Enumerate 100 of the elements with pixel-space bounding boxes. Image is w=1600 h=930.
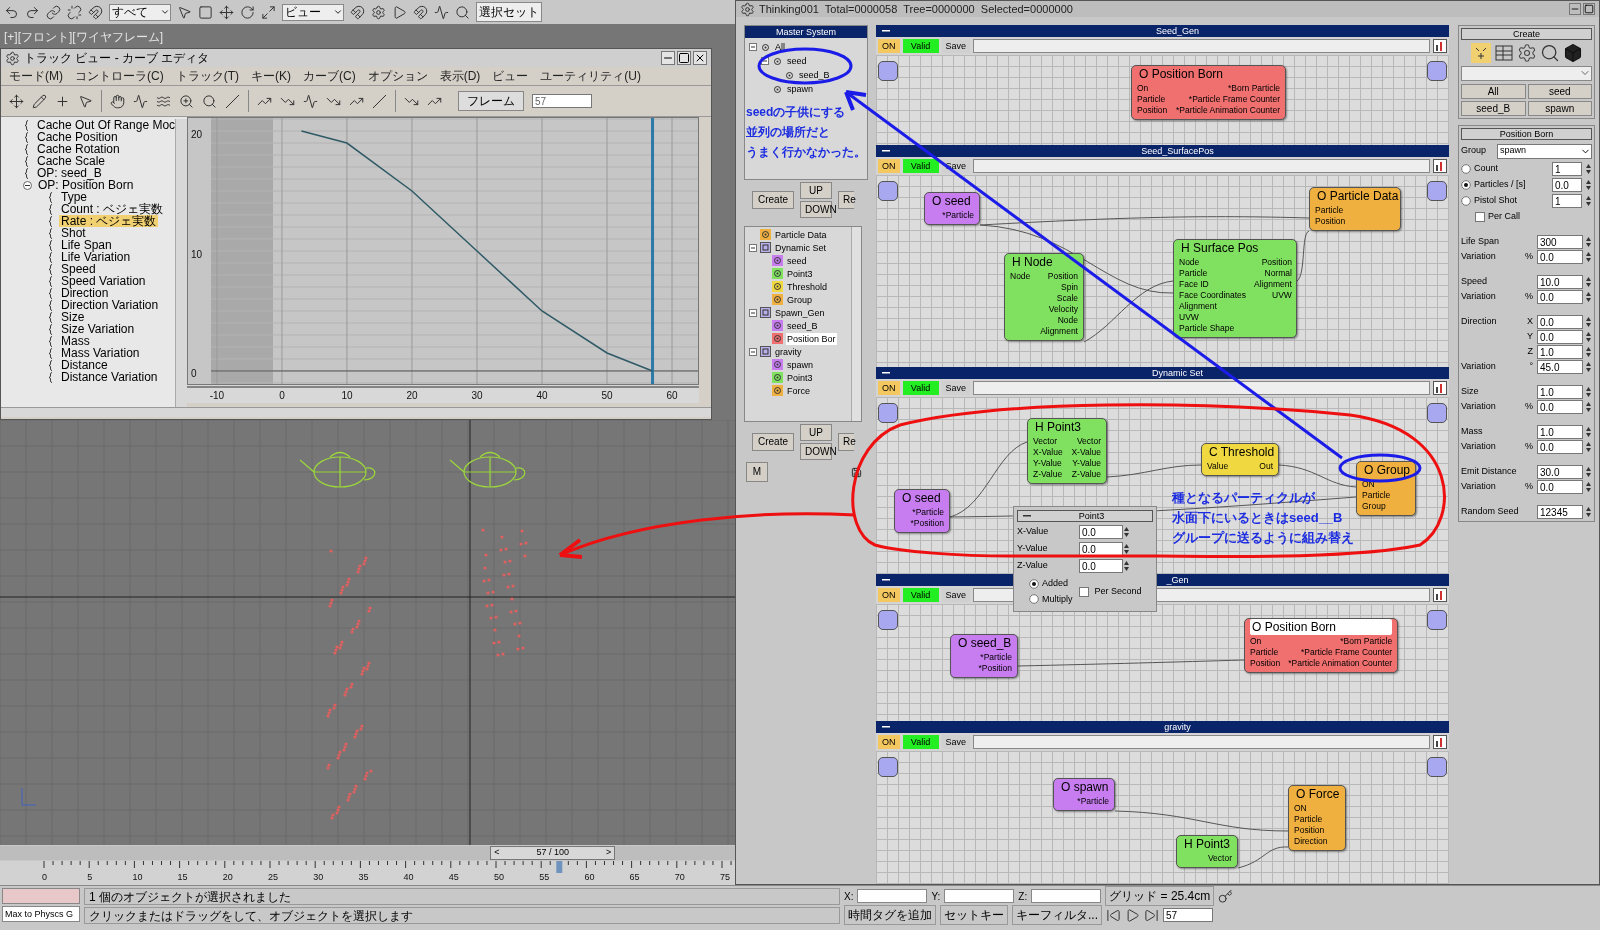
value-field[interactable]: 45.0 xyxy=(1537,359,1583,374)
tree-item[interactable]: Group xyxy=(786,293,813,306)
next-frame-button[interactable]: > xyxy=(605,846,612,860)
value-field[interactable]: 0.0 xyxy=(1537,479,1583,494)
spinner-icon[interactable] xyxy=(1585,399,1592,414)
input-port-block[interactable] xyxy=(878,610,898,630)
chart-icon[interactable] xyxy=(1433,159,1447,173)
maximize-button[interactable] xyxy=(1583,3,1595,15)
radio-button[interactable] xyxy=(1461,180,1471,190)
tree-item[interactable]: Threshold xyxy=(786,280,829,293)
menu-item[interactable]: モード(M) xyxy=(9,67,63,85)
spinner-icon[interactable] xyxy=(1585,359,1592,374)
track-item[interactable]: Mass xyxy=(59,335,92,347)
name-field[interactable] xyxy=(973,381,1430,395)
scale-icon[interactable] xyxy=(261,4,276,20)
magnet-icon[interactable] xyxy=(88,4,103,20)
menu-item[interactable]: オプション xyxy=(367,67,428,85)
graph-node[interactable]: O Particle Data Particle Position xyxy=(1309,187,1401,231)
close-button[interactable] xyxy=(693,51,707,65)
spinner-icon[interactable] xyxy=(1585,178,1592,192)
graph-node[interactable]: O seed *Particle xyxy=(924,192,980,225)
track-item[interactable]: Life Span xyxy=(59,239,114,251)
value-field[interactable]: 0.0 xyxy=(1537,289,1583,304)
save-icon[interactable] xyxy=(851,466,862,478)
select-region-icon[interactable] xyxy=(198,4,213,20)
output-port-block[interactable] xyxy=(1427,403,1447,423)
group-dropdown[interactable]: spawn xyxy=(1497,143,1592,159)
track-item[interactable]: Speed xyxy=(59,263,98,275)
up-button[interactable]: UP xyxy=(800,182,832,199)
tree-item[interactable]: Point3 xyxy=(786,371,814,384)
save-button[interactable]: Save xyxy=(941,39,970,53)
chart-icon[interactable] xyxy=(1433,735,1447,749)
group-button[interactable]: All xyxy=(1461,84,1526,99)
graph-node[interactable]: H Node Node Position Spin Scale Velocity Node Alignment xyxy=(1004,253,1084,341)
minimize-button[interactable] xyxy=(1569,3,1581,15)
save-button[interactable]: Save xyxy=(941,588,970,602)
tree-item[interactable]: Spawn_Gen xyxy=(774,306,826,319)
skip-forward-icon[interactable] xyxy=(1144,907,1159,923)
chart-icon[interactable] xyxy=(1433,381,1447,395)
value-field[interactable]: 0.0 xyxy=(1079,541,1123,556)
value-field[interactable]: 0.0 xyxy=(1537,439,1583,454)
spinner-icon[interactable] xyxy=(1585,314,1592,329)
on-button[interactable]: ON xyxy=(878,735,900,749)
valid-button[interactable]: Valid xyxy=(902,381,939,395)
save-button[interactable]: Save xyxy=(941,735,970,749)
create-button[interactable]: Create xyxy=(752,433,794,451)
section-header[interactable]: Seed_Gen xyxy=(876,25,1449,37)
input-port-block[interactable] xyxy=(878,757,898,777)
curve-icon[interactable] xyxy=(434,4,449,20)
output-port-block[interactable] xyxy=(1427,181,1447,201)
value-field[interactable]: 0.0 xyxy=(1537,399,1583,414)
value-field[interactable]: 1.0 xyxy=(1537,344,1583,359)
chart-icon[interactable] xyxy=(1433,588,1447,602)
pencil-icon[interactable] xyxy=(32,93,47,109)
track-item[interactable]: Cache Position xyxy=(35,131,120,143)
track-item[interactable]: Distance xyxy=(59,359,110,371)
chart-icon[interactable] xyxy=(1433,39,1447,53)
unlink-icon[interactable] xyxy=(67,4,82,20)
on-button[interactable]: ON xyxy=(878,381,900,395)
group-button[interactable]: seed xyxy=(1527,84,1592,99)
graph-node[interactable]: O Position Born On Particle Position *Born Particle *Particle Frame Counter *Particle Animation Counter xyxy=(1131,65,1286,120)
pointer-icon[interactable] xyxy=(78,93,93,109)
radio-button[interactable] xyxy=(1461,196,1471,206)
track-item[interactable]: Life Variation xyxy=(59,251,133,263)
pointer-icon[interactable] xyxy=(177,4,192,20)
graph-node[interactable]: H Surface Pos Node Particle Face ID Face Coordinates Alignment UVW Particle Shape Position Normal Alignment UVW xyxy=(1173,239,1297,338)
key-icon[interactable] xyxy=(1218,888,1234,904)
time-slider[interactable]: < 57 / 100 > xyxy=(490,846,616,860)
spinner-icon[interactable] xyxy=(1585,344,1592,359)
track-item[interactable]: Mass Variation xyxy=(59,347,142,359)
selection-set-field[interactable]: 選択セット xyxy=(476,2,542,22)
play-icon[interactable] xyxy=(1125,907,1140,923)
reference-coordinate-dropdown[interactable]: ビュー xyxy=(282,3,344,21)
on-button[interactable]: ON xyxy=(878,39,900,53)
menu-item[interactable]: ビュー xyxy=(492,67,529,85)
spinner-icon[interactable] xyxy=(1585,274,1592,289)
tree-item[interactable]: Point3 xyxy=(786,267,814,280)
valid-button[interactable]: Valid xyxy=(902,588,939,602)
search-icon[interactable] xyxy=(455,4,470,20)
track-item[interactable]: Distance Variation xyxy=(59,371,160,383)
track-item[interactable]: Direction xyxy=(59,287,111,299)
section-header[interactable]: Seed_SurfacePos xyxy=(876,145,1449,157)
value-field[interactable]: 1.0 xyxy=(1537,424,1583,439)
track-item[interactable]: Size Variation xyxy=(59,323,137,335)
curve-icon[interactable] xyxy=(133,93,148,109)
value-field[interactable]: 1 xyxy=(1552,194,1582,208)
tree-item[interactable]: seed_B xyxy=(798,69,831,81)
valid-button[interactable]: Valid xyxy=(902,39,939,53)
create-button[interactable]: Create xyxy=(752,191,794,209)
graph-node[interactable]: O seed_B *Particle *Position xyxy=(950,634,1018,678)
spinner-icon[interactable] xyxy=(1585,384,1592,399)
tree-item[interactable]: All xyxy=(774,41,786,53)
checkbox[interactable] xyxy=(1078,586,1089,597)
move-icon[interactable] xyxy=(219,4,234,20)
tree-item[interactable]: Position Bor xyxy=(786,332,837,345)
graph-node[interactable]: C Threshold Value Out xyxy=(1201,443,1279,476)
spinner-icon[interactable] xyxy=(1585,424,1592,439)
tree-item[interactable]: Force xyxy=(786,384,811,397)
frame-field[interactable]: 57 xyxy=(532,94,592,108)
curve-icon[interactable] xyxy=(303,93,318,109)
